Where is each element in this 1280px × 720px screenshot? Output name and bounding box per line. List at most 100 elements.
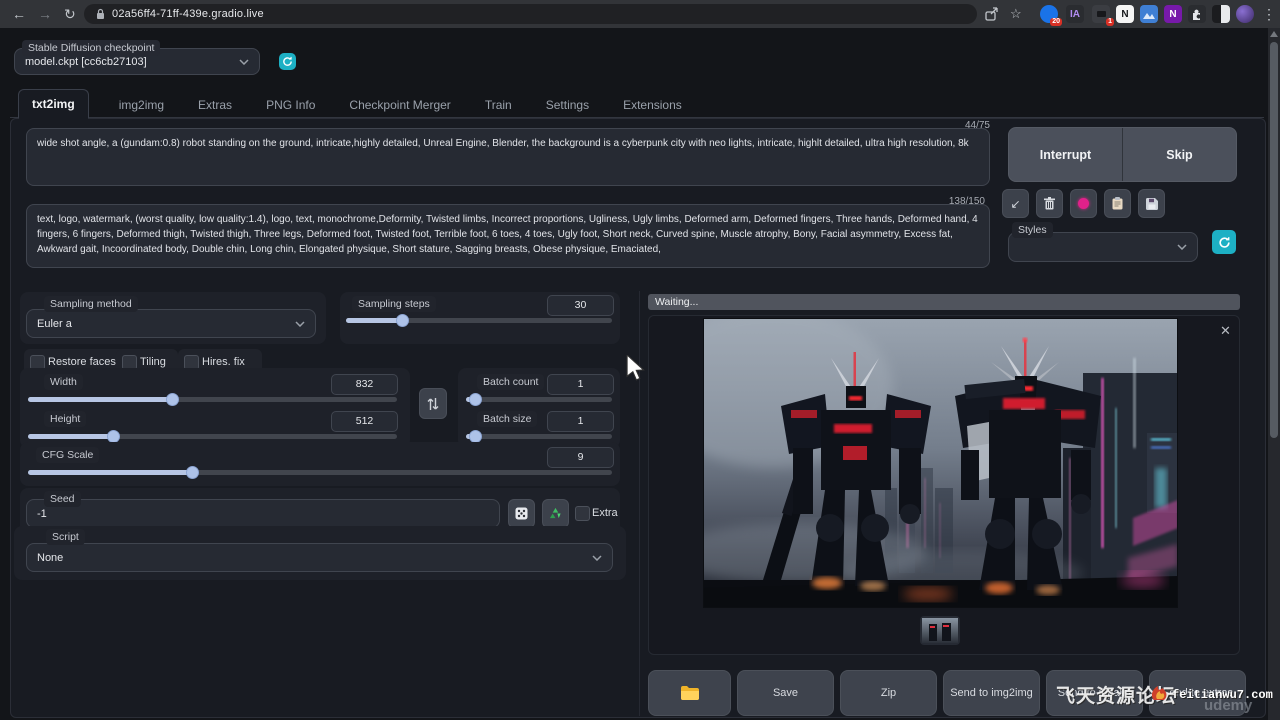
zip-button[interactable]: Zip: [840, 670, 937, 716]
slider-handle[interactable]: [469, 393, 482, 406]
clear-prompt-button[interactable]: [1036, 189, 1063, 218]
sampling-steps-label: Sampling steps: [352, 296, 436, 312]
tab-train[interactable]: Train: [481, 91, 516, 119]
skip-button[interactable]: Skip: [1122, 128, 1236, 181]
back-icon[interactable]: ←: [12, 4, 26, 24]
batch-size-slider[interactable]: [466, 434, 612, 439]
slider-handle[interactable]: [166, 393, 179, 406]
cfg-scale-slider[interactable]: [28, 470, 612, 475]
tab-checkpoint-merger[interactable]: Checkpoint Merger: [345, 91, 454, 119]
extension-badge: 1: [1106, 18, 1114, 26]
script-dropdown[interactable]: None: [26, 543, 613, 572]
tab-bar: txt2img img2img Extras PNG Info Checkpoi…: [18, 89, 686, 119]
refresh-icon: [1218, 236, 1231, 249]
browser-toolbar: ← → ↻ 02a56ff4-71ff-439e.gradio.live ☆ 2…: [0, 0, 1280, 28]
extension-notion-icon[interactable]: N: [1116, 5, 1134, 23]
height-label: Height: [44, 411, 86, 427]
paste-generation-params-button[interactable]: ↙: [1002, 189, 1029, 218]
batch-count-input[interactable]: 1: [547, 374, 614, 395]
share-icon[interactable]: [984, 6, 1000, 22]
recycle-icon: [549, 507, 562, 520]
tab-extensions[interactable]: Extensions: [619, 91, 686, 119]
extension-ia-icon[interactable]: IA: [1066, 5, 1084, 23]
script-label: Script: [46, 529, 85, 545]
generation-controls: Interrupt Skip: [1008, 127, 1237, 182]
extension-image-icon[interactable]: [1140, 5, 1158, 23]
sampling-method-dropdown[interactable]: Euler a: [26, 309, 316, 338]
folder-icon: [681, 686, 699, 700]
checkpoint-label: Stable Diffusion checkpoint: [22, 40, 160, 56]
swap-dimensions-button[interactable]: [419, 388, 447, 419]
slider-handle[interactable]: [396, 314, 409, 327]
interrupt-button[interactable]: Interrupt: [1009, 128, 1122, 181]
forward-icon[interactable]: →: [38, 4, 52, 24]
refresh-icon: [282, 56, 293, 67]
save-button[interactable]: Save: [737, 670, 834, 716]
batch-size-input[interactable]: 1: [547, 411, 614, 432]
apply-style-button[interactable]: [1104, 189, 1131, 218]
slider-handle[interactable]: [186, 466, 199, 479]
scrollbar-thumb[interactable]: [1270, 42, 1278, 438]
trash-icon: [1044, 197, 1055, 210]
batch-count-label: Batch count: [477, 374, 544, 390]
chevron-down-icon: [295, 321, 305, 327]
stable-diffusion-webui: ← → ↻ 02a56ff4-71ff-439e.gradio.live ☆ 2…: [0, 0, 1280, 720]
random-seed-button[interactable]: [508, 499, 535, 528]
extra-seed-label: Extra: [592, 507, 618, 519]
url-text: 02a56ff4-71ff-439e.gradio.live: [112, 8, 264, 20]
width-slider[interactable]: [28, 397, 397, 402]
close-icon[interactable]: ✕: [1220, 324, 1231, 337]
cfg-scale-input[interactable]: 9: [547, 447, 614, 468]
width-label: Width: [44, 374, 83, 390]
browser-menu-icon[interactable]: ⋮: [1262, 4, 1276, 24]
refresh-styles-button[interactable]: [1212, 230, 1236, 254]
open-folder-button[interactable]: [648, 670, 731, 716]
seed-label: Seed: [44, 491, 81, 507]
height-input[interactable]: 512: [331, 411, 398, 432]
reload-icon[interactable]: ↻: [64, 4, 76, 24]
gallery-thumbnail[interactable]: [920, 616, 960, 645]
sampling-steps-slider[interactable]: [346, 318, 612, 323]
extension-camera-icon[interactable]: 1: [1092, 5, 1110, 23]
tab-extras[interactable]: Extras: [194, 91, 236, 119]
tab-settings[interactable]: Settings: [542, 91, 593, 119]
profile-avatar[interactable]: [1236, 5, 1254, 23]
extension-contrast-icon[interactable]: [1212, 5, 1230, 23]
cfg-scale-label: CFG Scale: [36, 447, 99, 463]
extensions-puzzle-icon[interactable]: [1188, 5, 1206, 23]
tab-png-info[interactable]: PNG Info: [262, 91, 319, 119]
sampling-steps-input[interactable]: 30: [547, 295, 614, 316]
extension-blue-icon[interactable]: 20: [1040, 5, 1058, 23]
reuse-seed-button[interactable]: [542, 499, 569, 528]
clipboard-icon: [1112, 197, 1123, 210]
hires-fix-label: Hires. fix: [202, 356, 245, 368]
styles-label: Styles: [1012, 222, 1053, 238]
red-dot-icon: [1078, 198, 1089, 209]
column-divider: [639, 291, 640, 716]
height-slider[interactable]: [28, 434, 397, 439]
progress-bar: Waiting...: [648, 294, 1240, 310]
refresh-checkpoint-button[interactable]: [279, 53, 296, 70]
chevron-down-icon: [592, 555, 602, 561]
bookmark-star-icon[interactable]: ☆: [1010, 4, 1022, 24]
prompt-textarea[interactable]: wide shot angle, a (gundam:0.8) robot st…: [26, 128, 990, 186]
arrow-down-left-icon: ↙: [1010, 197, 1020, 211]
scroll-up-arrow-icon[interactable]: [1270, 31, 1278, 37]
tab-img2img[interactable]: img2img: [115, 91, 168, 119]
swap-arrows-icon: [427, 397, 439, 411]
extra-networks-button[interactable]: [1070, 189, 1097, 218]
width-input[interactable]: 832: [331, 374, 398, 395]
watermark-flame-logo: [1148, 682, 1171, 704]
generated-image[interactable]: [703, 318, 1178, 608]
send-to-img2img-button[interactable]: Send to img2img: [943, 670, 1040, 716]
extra-seed-checkbox[interactable]: [575, 506, 590, 521]
batch-count-slider[interactable]: [466, 397, 612, 402]
negative-prompt-textarea[interactable]: text, logo, watermark, (worst quality, l…: [26, 204, 990, 268]
save-style-button[interactable]: [1138, 189, 1165, 218]
tab-txt2img[interactable]: txt2img: [18, 89, 89, 119]
extension-badge: 20: [1050, 18, 1062, 26]
seed-input[interactable]: -1: [26, 499, 500, 528]
extension-onenote-icon[interactable]: N: [1164, 5, 1182, 23]
watermark-brand-text: udemy: [1204, 697, 1252, 714]
address-bar[interactable]: 02a56ff4-71ff-439e.gradio.live: [84, 4, 977, 24]
